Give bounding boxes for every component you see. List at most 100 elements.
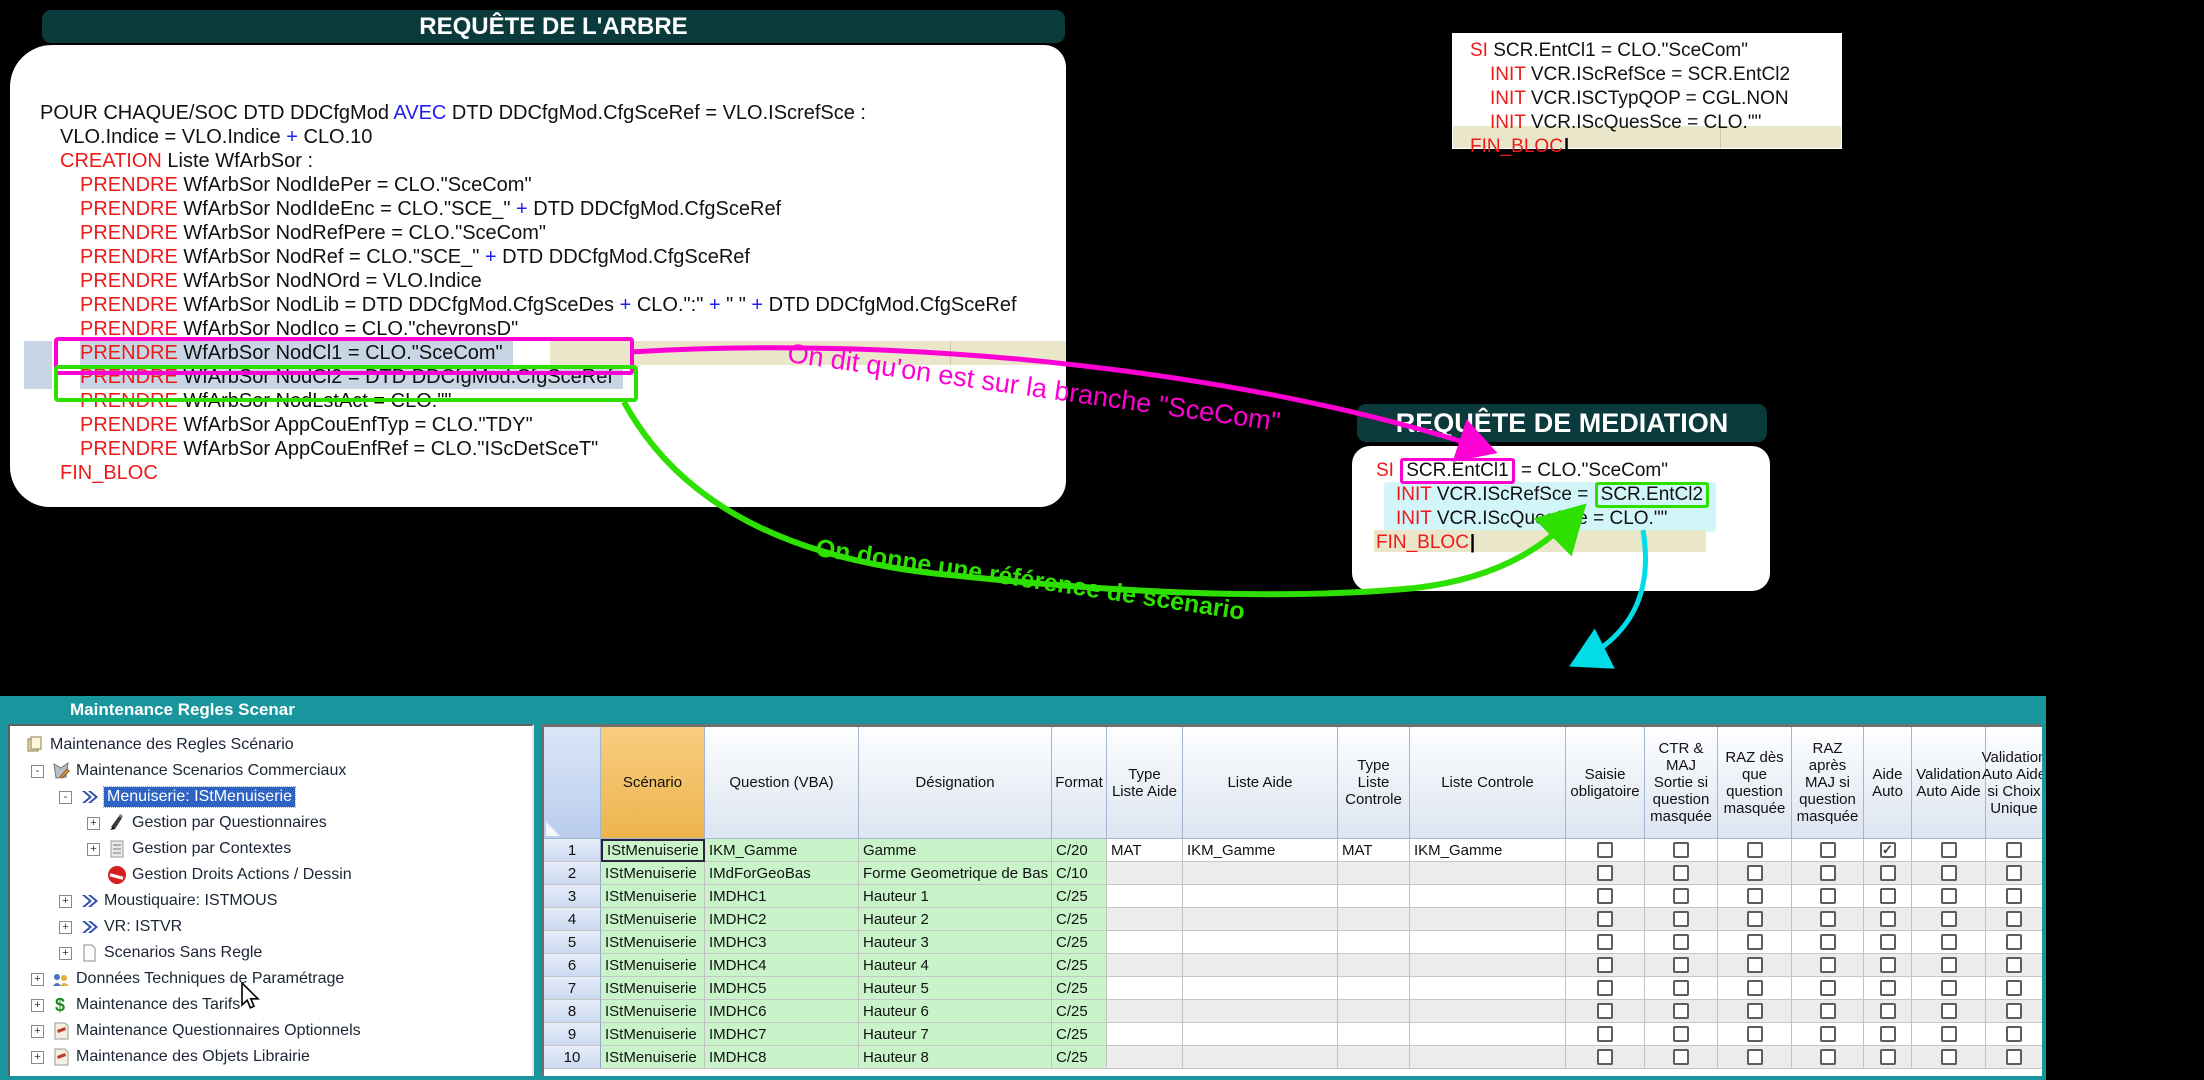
grid-cell[interactable]: MAT [1338,839,1410,862]
checkbox-unchecked[interactable] [1673,980,1689,996]
checkbox-unchecked[interactable] [1673,842,1689,858]
checkbox-unchecked[interactable] [1880,1026,1896,1042]
grid-cell[interactable]: IStMenuiserie [601,862,705,885]
grid-cell[interactable]: C/25 [1052,1000,1107,1023]
checkbox-cell[interactable] [1792,885,1864,908]
checkbox-cell[interactable] [1864,862,1912,885]
grid-cell[interactable] [1410,1046,1566,1069]
checkbox-cell[interactable] [1864,931,1912,954]
checkbox-cell[interactable] [1566,839,1645,862]
tree-item[interactable]: -Menuiserie: IStMenuiserie [10,784,532,810]
grid-cell[interactable]: IKM_Gamme [1183,839,1338,862]
checkbox-unchecked[interactable] [1820,957,1836,973]
checkbox-cell[interactable] [1566,931,1645,954]
checkbox-cell[interactable] [1986,862,2042,885]
checkbox-unchecked[interactable] [1747,980,1763,996]
grid-cell[interactable]: IMDHC8 [705,1046,859,1069]
checkbox-cell[interactable] [1718,908,1792,931]
tree-item-label[interactable]: Maintenance Questionnaires Optionnels [76,1022,361,1040]
grid-cell[interactable] [1410,977,1566,1000]
checkbox-unchecked[interactable] [1880,934,1896,950]
checkbox-cell[interactable] [1986,1046,2042,1069]
checkbox-cell[interactable] [1645,885,1718,908]
row-number[interactable]: 8 [544,1000,601,1023]
grid-cell[interactable] [1338,1046,1410,1069]
checkbox-cell[interactable] [1566,862,1645,885]
checkbox-cell[interactable] [1645,954,1718,977]
tree-item-label[interactable]: Maintenance des Tarifs [76,996,240,1014]
grid-cell[interactable]: IStMenuiserie [601,1046,705,1069]
grid-cell[interactable]: C/25 [1052,1046,1107,1069]
checkbox-unchecked[interactable] [1820,1049,1836,1065]
grid-cell[interactable] [1107,931,1183,954]
grid-cell[interactable] [1107,1046,1183,1069]
grid-cell[interactable]: IStMenuiserie [601,977,705,1000]
checkbox-cell[interactable] [1718,977,1792,1000]
checkbox-cell[interactable] [1566,954,1645,977]
grid-cell[interactable]: IStMenuiserie [601,908,705,931]
row-number[interactable]: 5 [544,931,601,954]
checkbox-unchecked[interactable] [1820,1026,1836,1042]
checkbox-cell[interactable] [1986,885,2042,908]
column-header[interactable]: Format [1052,727,1107,839]
checkbox-cell[interactable] [1986,1000,2042,1023]
grid-cell[interactable]: C/25 [1052,977,1107,1000]
checkbox-cell[interactable] [1645,1000,1718,1023]
checkbox-unchecked[interactable] [1880,1003,1896,1019]
checkbox-cell[interactable] [1864,1000,1912,1023]
row-number[interactable]: 4 [544,908,601,931]
grid-cell[interactable]: C/25 [1052,931,1107,954]
grid-cell[interactable] [1338,862,1410,885]
checkbox-cell[interactable] [1912,862,1986,885]
grid-cell[interactable] [1410,885,1566,908]
column-header[interactable]: Désignation [859,727,1052,839]
checkbox-cell[interactable] [1645,862,1718,885]
checkbox-cell[interactable] [1718,1023,1792,1046]
checkbox-cell[interactable] [1792,977,1864,1000]
grid-cell[interactable] [1183,977,1338,1000]
grid-cell[interactable] [1107,885,1183,908]
grid-cell[interactable]: Hauteur 3 [859,931,1052,954]
checkbox-unchecked[interactable] [2006,911,2022,927]
checkbox-cell[interactable] [1864,1023,1912,1046]
checkbox-unchecked[interactable] [1880,1049,1896,1065]
grid-cell[interactable]: IStMenuiserie [601,839,705,862]
grid-cell[interactable] [1183,1023,1338,1046]
grid-cell[interactable] [1107,1023,1183,1046]
checkbox-unchecked[interactable] [1820,1003,1836,1019]
checkbox-cell[interactable] [1864,954,1912,977]
grid-cell[interactable] [1338,931,1410,954]
grid-cell[interactable]: IStMenuiserie [601,1000,705,1023]
grid-cell[interactable] [1338,1000,1410,1023]
tree-item-label[interactable]: Gestion par Questionnaires [132,814,327,832]
grid-cell[interactable] [1183,931,1338,954]
grid-cell[interactable] [1183,1000,1338,1023]
grid-cell[interactable]: Hauteur 8 [859,1046,1052,1069]
column-header[interactable]: CTR & MAJ Sortie si question masquée [1645,727,1718,839]
checkbox-cell[interactable] [1718,931,1792,954]
tree-item[interactable]: +Gestion par Contextes [10,836,532,862]
tree-item-label[interactable]: Menuiserie: IStMenuiserie [104,787,295,807]
tree-item-label[interactable]: Gestion Droits Actions / Dessin [132,866,352,884]
tree-item[interactable]: Maintenance des Regles Scénario [10,732,532,758]
grid-cell[interactable]: IStMenuiserie [601,885,705,908]
grid-cell[interactable] [1410,862,1566,885]
tree-item[interactable]: +Données Techniques de Paramétrage [10,966,532,992]
checkbox-cell[interactable] [1986,954,2042,977]
checkbox-cell[interactable] [1792,1000,1864,1023]
checkbox-unchecked[interactable] [1597,888,1613,904]
tree-item-label[interactable]: Maintenance des Objets Librairie [76,1048,310,1066]
checkbox-unchecked[interactable] [1597,957,1613,973]
tree-collapse-icon[interactable]: - [31,765,44,778]
checkbox-unchecked[interactable] [1820,980,1836,996]
grid-cell[interactable] [1107,977,1183,1000]
checkbox-unchecked[interactable] [1673,865,1689,881]
tree-expand-icon[interactable]: + [31,973,44,986]
checkbox-cell[interactable] [1912,1023,1986,1046]
checkbox-unchecked[interactable] [2006,957,2022,973]
checkbox-cell[interactable] [1864,885,1912,908]
grid-cell[interactable]: C/25 [1052,885,1107,908]
checkbox-cell[interactable] [1792,954,1864,977]
column-header[interactable]: Question (VBA) [705,727,859,839]
grid-cell[interactable]: IKM_Gamme [705,839,859,862]
